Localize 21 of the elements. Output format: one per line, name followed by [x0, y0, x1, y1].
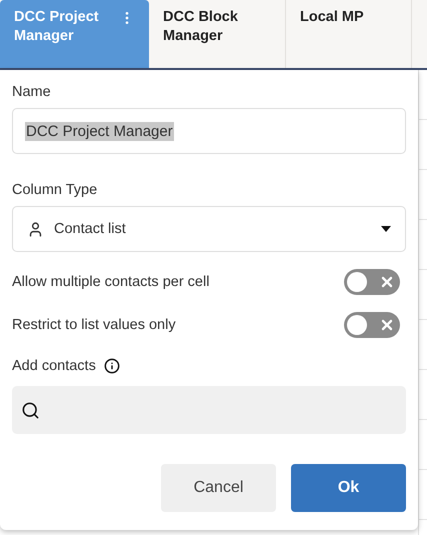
info-icon[interactable]: [104, 358, 120, 374]
person-icon: [27, 220, 44, 238]
ok-button[interactable]: Ok: [291, 464, 406, 512]
field-label: Name: [12, 84, 52, 100]
tab[interactable]: Local MP: [286, 0, 412, 68]
caret-icon: [381, 226, 391, 232]
toggle-switch[interactable]: [344, 312, 400, 338]
x-icon: [379, 274, 395, 290]
search-field[interactable]: [12, 386, 406, 434]
toggle-label: Restrict to list values only: [12, 317, 176, 333]
name-value: DCC Project Manager: [25, 122, 174, 140]
toggle-switch[interactable]: [344, 269, 400, 295]
name-field[interactable]: DCC Project Manager: [12, 108, 406, 154]
column-type-dropdown[interactable]: Contact list: [12, 206, 406, 252]
toggle-label: Allow multiple contacts per cell: [12, 274, 210, 290]
search-icon: [21, 400, 40, 420]
x-icon: [379, 317, 395, 333]
cancel-button[interactable]: Cancel: [161, 464, 276, 512]
field-label: Column Type: [12, 182, 98, 198]
field-label: Add contacts: [12, 358, 96, 374]
tab[interactable]: DCC Block Manager: [149, 0, 286, 68]
